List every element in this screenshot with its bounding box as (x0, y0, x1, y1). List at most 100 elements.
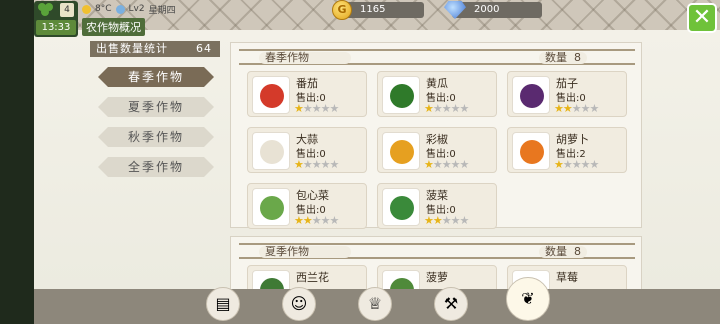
star-icon: ★ (294, 102, 304, 115)
summer-crops-section: 夏季作物 数量 8 西兰花 菠萝 草莓 (230, 236, 642, 311)
sun-icon (82, 4, 91, 14)
profile-card-icon: ▤ (215, 294, 231, 313)
clock-time: 13:33 (36, 20, 76, 35)
close-icon: ✕ (692, 5, 712, 30)
star-icon: ★ (302, 214, 313, 227)
rating-stars: ★★★★★ (294, 158, 340, 171)
crop-name: 西兰花 (296, 271, 329, 284)
star-icon: ★ (329, 214, 340, 227)
temperature: 8°C (95, 4, 112, 14)
crop-card[interactable]: 茄子 售出:0 ★★★★★ (507, 71, 627, 117)
crop-card[interactable]: 大蒜 售出:0 ★★★★★ (247, 127, 367, 173)
star-icon: ★ (311, 214, 322, 227)
star-icon: ★ (459, 102, 470, 115)
crop-name: 菠萝 (426, 271, 448, 284)
sold-count-label: 出售数量统计 (96, 42, 168, 55)
farmer-button[interactable]: ☺ (282, 287, 316, 321)
rating-stars: ★★★★★ (554, 158, 600, 171)
star-icon: ★ (320, 158, 331, 171)
star-icon: ★ (571, 158, 582, 171)
corn-button[interactable]: ❦ (506, 277, 550, 321)
date-day: 4 (60, 3, 74, 17)
section-header: 夏季作物 数量 8 (239, 243, 635, 259)
gem-counter: 2000 (444, 1, 542, 19)
profile-card-button[interactable]: ▤ (206, 287, 240, 321)
star-icon: ★ (302, 102, 313, 115)
rating-stars: ★★★★★ (554, 102, 600, 115)
crop-name: 草莓 (556, 271, 578, 284)
tab-summer-crops[interactable]: 夏季作物 (98, 97, 214, 117)
star-icon: ★ (302, 158, 313, 171)
star-icon: ★ (450, 158, 461, 171)
star-icon: ★ (589, 102, 600, 115)
section-count: 数量 8 (539, 52, 587, 64)
star-icon: ★ (589, 158, 600, 171)
sold-count-header: 出售数量统计 64 (90, 41, 220, 57)
star-icon: ★ (562, 102, 573, 115)
trophy-button[interactable]: ♕ (358, 287, 392, 321)
star-icon: ★ (571, 102, 582, 115)
crop-card[interactable]: 彩椒 售出:0 ★★★★★ (377, 127, 497, 173)
star-icon: ★ (311, 102, 322, 115)
clover-icon (38, 3, 58, 17)
rating-stars: ★★★★★ (424, 214, 470, 227)
tab-all-season-crops[interactable]: 全季作物 (98, 157, 214, 177)
star-icon: ★ (320, 102, 331, 115)
coin-icon: G (332, 0, 352, 20)
star-icon: ★ (441, 102, 452, 115)
star-icon: ★ (432, 102, 443, 115)
star-icon: ★ (580, 102, 591, 115)
star-icon: ★ (441, 158, 452, 171)
star-icon: ★ (554, 158, 564, 171)
star-icon: ★ (554, 102, 564, 115)
weekday: 星期四 (148, 5, 176, 16)
cucumber-icon (382, 76, 420, 114)
crop-card[interactable]: 黄瓜 售出:0 ★★★★★ (377, 71, 497, 117)
tomato-icon (252, 76, 290, 114)
hammer-button[interactable]: ⚒ (434, 287, 468, 321)
status-row: 8°C Lv2 星期四 (82, 2, 176, 16)
coin-counter: G 1165 (332, 0, 424, 20)
star-icon: ★ (424, 158, 434, 171)
corn-icon: ❦ (521, 289, 535, 308)
crop-card[interactable]: 胡萝卜 售出:2 ★★★★★ (507, 127, 627, 173)
rating-stars: ★★★★★ (424, 102, 470, 115)
crop-card[interactable]: 番茄 售出:0 ★★★★★ (247, 71, 367, 117)
carrot-icon (512, 132, 550, 170)
star-icon: ★ (450, 102, 461, 115)
tab-autumn-crops[interactable]: 秋季作物 (98, 127, 214, 147)
star-icon: ★ (450, 214, 461, 227)
spring-crops-section: 春季作物 数量 8 番茄 售出:0 ★★★★★ 黄瓜 售出:0 ★★★★★ 茄子 售出:0 ★★… (230, 42, 642, 229)
garlic-icon (252, 132, 290, 170)
star-icon: ★ (441, 214, 452, 227)
star-icon: ★ (459, 158, 470, 171)
section-header: 春季作物 数量 8 (239, 49, 635, 65)
left-edge-strip (0, 0, 34, 324)
tab-spring-crops[interactable]: 春季作物 (98, 67, 214, 87)
section-title: 春季作物 (259, 52, 351, 64)
star-icon: ★ (329, 158, 340, 171)
page-title: 农作物概况 (82, 18, 145, 36)
star-icon: ★ (424, 214, 434, 227)
crop-card[interactable]: 菠菜 售出:0 ★★★★★ (377, 183, 497, 229)
rating-stars: ★★★★★ (294, 102, 340, 115)
star-icon: ★ (459, 214, 470, 227)
star-icon: ★ (580, 158, 591, 171)
cabbage-icon (252, 188, 290, 226)
hammer-icon: ⚒ (443, 294, 459, 313)
eggplant-icon (512, 76, 550, 114)
close-button[interactable]: ✕ (687, 3, 717, 33)
star-icon: ★ (424, 102, 434, 115)
bell-pepper-icon (382, 132, 420, 170)
farmer-icon: ☺ (290, 294, 308, 313)
star-icon: ★ (432, 214, 443, 227)
section-count: 数量 8 (539, 246, 587, 258)
crop-card[interactable]: 包心菜 售出:0 ★★★★★ (247, 183, 367, 229)
spinach-icon (382, 188, 420, 226)
sold-count-total: 64 (196, 42, 212, 55)
star-icon: ★ (311, 158, 322, 171)
star-icon: ★ (294, 214, 304, 227)
star-icon: ★ (294, 158, 304, 171)
star-icon: ★ (329, 102, 340, 115)
level-icon (115, 4, 125, 14)
